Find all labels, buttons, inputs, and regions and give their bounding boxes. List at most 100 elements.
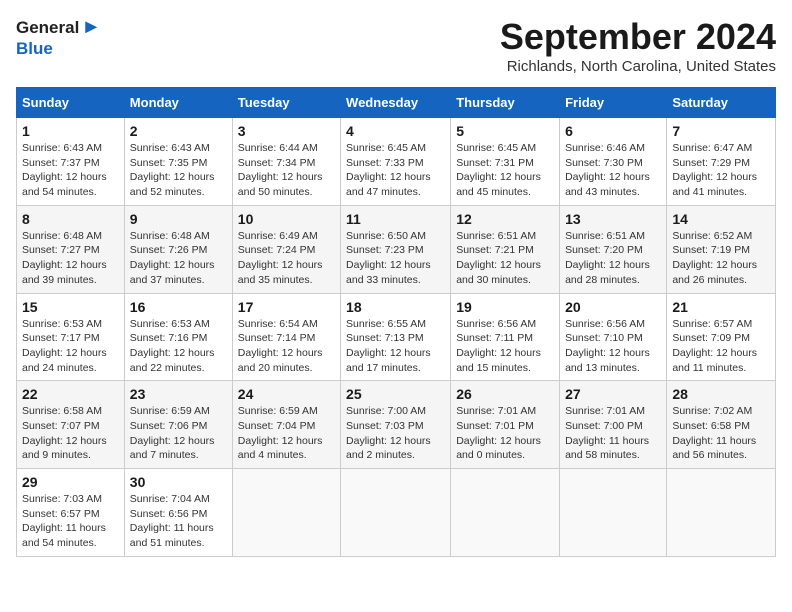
calendar-day-cell: 24 Sunrise: 6:59 AMSunset: 7:04 PMDaylig… [232,381,340,469]
day-number: 26 [456,386,554,402]
day-number: 20 [565,299,661,315]
calendar-week-row: 22 Sunrise: 6:58 AMSunset: 7:07 PMDaylig… [17,381,776,469]
day-detail: Sunrise: 6:43 AMSunset: 7:37 PMDaylight:… [22,142,107,198]
day-detail: Sunrise: 6:52 AMSunset: 7:19 PMDaylight:… [672,230,757,286]
calendar-day-cell [667,469,776,557]
day-detail: Sunrise: 6:48 AMSunset: 7:27 PMDaylight:… [22,230,107,286]
day-number: 27 [565,386,661,402]
day-number: 3 [238,123,335,139]
calendar-day-cell: 17 Sunrise: 6:54 AMSunset: 7:14 PMDaylig… [232,293,340,381]
calendar-day-cell [232,469,340,557]
day-number: 4 [346,123,445,139]
weekday-header: Thursday [451,88,560,118]
day-detail: Sunrise: 6:44 AMSunset: 7:34 PMDaylight:… [238,142,323,198]
calendar-day-cell: 22 Sunrise: 6:58 AMSunset: 7:07 PMDaylig… [17,381,125,469]
calendar-day-cell: 6 Sunrise: 6:46 AMSunset: 7:30 PMDayligh… [560,118,667,206]
calendar-day-cell: 4 Sunrise: 6:45 AMSunset: 7:33 PMDayligh… [341,118,451,206]
day-number: 29 [22,474,119,490]
day-detail: Sunrise: 7:04 AMSunset: 6:56 PMDaylight:… [130,493,214,549]
day-detail: Sunrise: 6:48 AMSunset: 7:26 PMDaylight:… [130,230,215,286]
calendar-day-cell: 2 Sunrise: 6:43 AMSunset: 7:35 PMDayligh… [124,118,232,206]
day-detail: Sunrise: 6:53 AMSunset: 7:17 PMDaylight:… [22,318,107,374]
day-detail: Sunrise: 6:47 AMSunset: 7:29 PMDaylight:… [672,142,757,198]
day-number: 21 [672,299,770,315]
day-detail: Sunrise: 6:43 AMSunset: 7:35 PMDaylight:… [130,142,215,198]
day-number: 25 [346,386,445,402]
logo: General ► Blue [16,16,101,59]
day-number: 28 [672,386,770,402]
calendar-day-cell: 10 Sunrise: 6:49 AMSunset: 7:24 PMDaylig… [232,205,340,293]
day-number: 5 [456,123,554,139]
day-number: 30 [130,474,227,490]
calendar-day-cell: 7 Sunrise: 6:47 AMSunset: 7:29 PMDayligh… [667,118,776,206]
calendar-day-cell: 29 Sunrise: 7:03 AMSunset: 6:57 PMDaylig… [17,469,125,557]
day-detail: Sunrise: 7:03 AMSunset: 6:57 PMDaylight:… [22,493,106,549]
title-area: September 2024 Richlands, North Carolina… [500,16,776,75]
day-number: 1 [22,123,119,139]
day-detail: Sunrise: 6:59 AMSunset: 7:06 PMDaylight:… [130,405,215,461]
calendar-day-cell: 27 Sunrise: 7:01 AMSunset: 7:00 PMDaylig… [560,381,667,469]
day-number: 18 [346,299,445,315]
day-number: 8 [22,211,119,227]
day-detail: Sunrise: 7:00 AMSunset: 7:03 PMDaylight:… [346,405,431,461]
weekday-header: Tuesday [232,88,340,118]
day-detail: Sunrise: 6:55 AMSunset: 7:13 PMDaylight:… [346,318,431,374]
day-detail: Sunrise: 6:45 AMSunset: 7:31 PMDaylight:… [456,142,541,198]
logo-general: General [16,18,79,38]
day-number: 23 [130,386,227,402]
calendar-day-cell: 26 Sunrise: 7:01 AMSunset: 7:01 PMDaylig… [451,381,560,469]
day-detail: Sunrise: 6:51 AMSunset: 7:21 PMDaylight:… [456,230,541,286]
day-number: 10 [238,211,335,227]
calendar-day-cell: 21 Sunrise: 6:57 AMSunset: 7:09 PMDaylig… [667,293,776,381]
day-number: 19 [456,299,554,315]
calendar-table: SundayMondayTuesdayWednesdayThursdayFrid… [16,87,776,557]
calendar-day-cell: 15 Sunrise: 6:53 AMSunset: 7:17 PMDaylig… [17,293,125,381]
day-number: 15 [22,299,119,315]
calendar-day-cell [451,469,560,557]
calendar-day-cell: 8 Sunrise: 6:48 AMSunset: 7:27 PMDayligh… [17,205,125,293]
day-number: 13 [565,211,661,227]
day-number: 16 [130,299,227,315]
weekday-header: Friday [560,88,667,118]
calendar-day-cell: 23 Sunrise: 6:59 AMSunset: 7:06 PMDaylig… [124,381,232,469]
calendar-day-cell: 9 Sunrise: 6:48 AMSunset: 7:26 PMDayligh… [124,205,232,293]
day-number: 2 [130,123,227,139]
calendar-day-cell: 16 Sunrise: 6:53 AMSunset: 7:16 PMDaylig… [124,293,232,381]
calendar-header-row: SundayMondayTuesdayWednesdayThursdayFrid… [17,88,776,118]
day-detail: Sunrise: 6:49 AMSunset: 7:24 PMDaylight:… [238,230,323,286]
day-detail: Sunrise: 7:02 AMSunset: 6:58 PMDaylight:… [672,405,756,461]
calendar-day-cell: 25 Sunrise: 7:00 AMSunset: 7:03 PMDaylig… [341,381,451,469]
calendar-day-cell: 14 Sunrise: 6:52 AMSunset: 7:19 PMDaylig… [667,205,776,293]
day-number: 9 [130,211,227,227]
calendar-day-cell: 1 Sunrise: 6:43 AMSunset: 7:37 PMDayligh… [17,118,125,206]
calendar-day-cell: 20 Sunrise: 6:56 AMSunset: 7:10 PMDaylig… [560,293,667,381]
day-number: 7 [672,123,770,139]
day-number: 14 [672,211,770,227]
day-number: 6 [565,123,661,139]
day-number: 12 [456,211,554,227]
day-number: 22 [22,386,119,402]
weekday-header: Wednesday [341,88,451,118]
day-detail: Sunrise: 7:01 AMSunset: 7:00 PMDaylight:… [565,405,649,461]
calendar-day-cell: 19 Sunrise: 6:56 AMSunset: 7:11 PMDaylig… [451,293,560,381]
day-detail: Sunrise: 6:45 AMSunset: 7:33 PMDaylight:… [346,142,431,198]
day-detail: Sunrise: 6:53 AMSunset: 7:16 PMDaylight:… [130,318,215,374]
location: Richlands, North Carolina, United States [500,58,776,75]
calendar-day-cell: 3 Sunrise: 6:44 AMSunset: 7:34 PMDayligh… [232,118,340,206]
day-detail: Sunrise: 6:56 AMSunset: 7:10 PMDaylight:… [565,318,650,374]
day-detail: Sunrise: 6:54 AMSunset: 7:14 PMDaylight:… [238,318,323,374]
day-detail: Sunrise: 6:57 AMSunset: 7:09 PMDaylight:… [672,318,757,374]
day-detail: Sunrise: 6:58 AMSunset: 7:07 PMDaylight:… [22,405,107,461]
calendar-day-cell: 13 Sunrise: 6:51 AMSunset: 7:20 PMDaylig… [560,205,667,293]
logo-bird-icon: ► [81,16,101,39]
day-detail: Sunrise: 6:56 AMSunset: 7:11 PMDaylight:… [456,318,541,374]
weekday-header: Sunday [17,88,125,118]
day-number: 11 [346,211,445,227]
day-detail: Sunrise: 6:51 AMSunset: 7:20 PMDaylight:… [565,230,650,286]
month-title: September 2024 [500,16,776,58]
calendar-day-cell [560,469,667,557]
calendar-week-row: 8 Sunrise: 6:48 AMSunset: 7:27 PMDayligh… [17,205,776,293]
day-number: 17 [238,299,335,315]
day-detail: Sunrise: 6:46 AMSunset: 7:30 PMDaylight:… [565,142,650,198]
page-header: General ► Blue September 2024 Richlands,… [16,16,776,75]
